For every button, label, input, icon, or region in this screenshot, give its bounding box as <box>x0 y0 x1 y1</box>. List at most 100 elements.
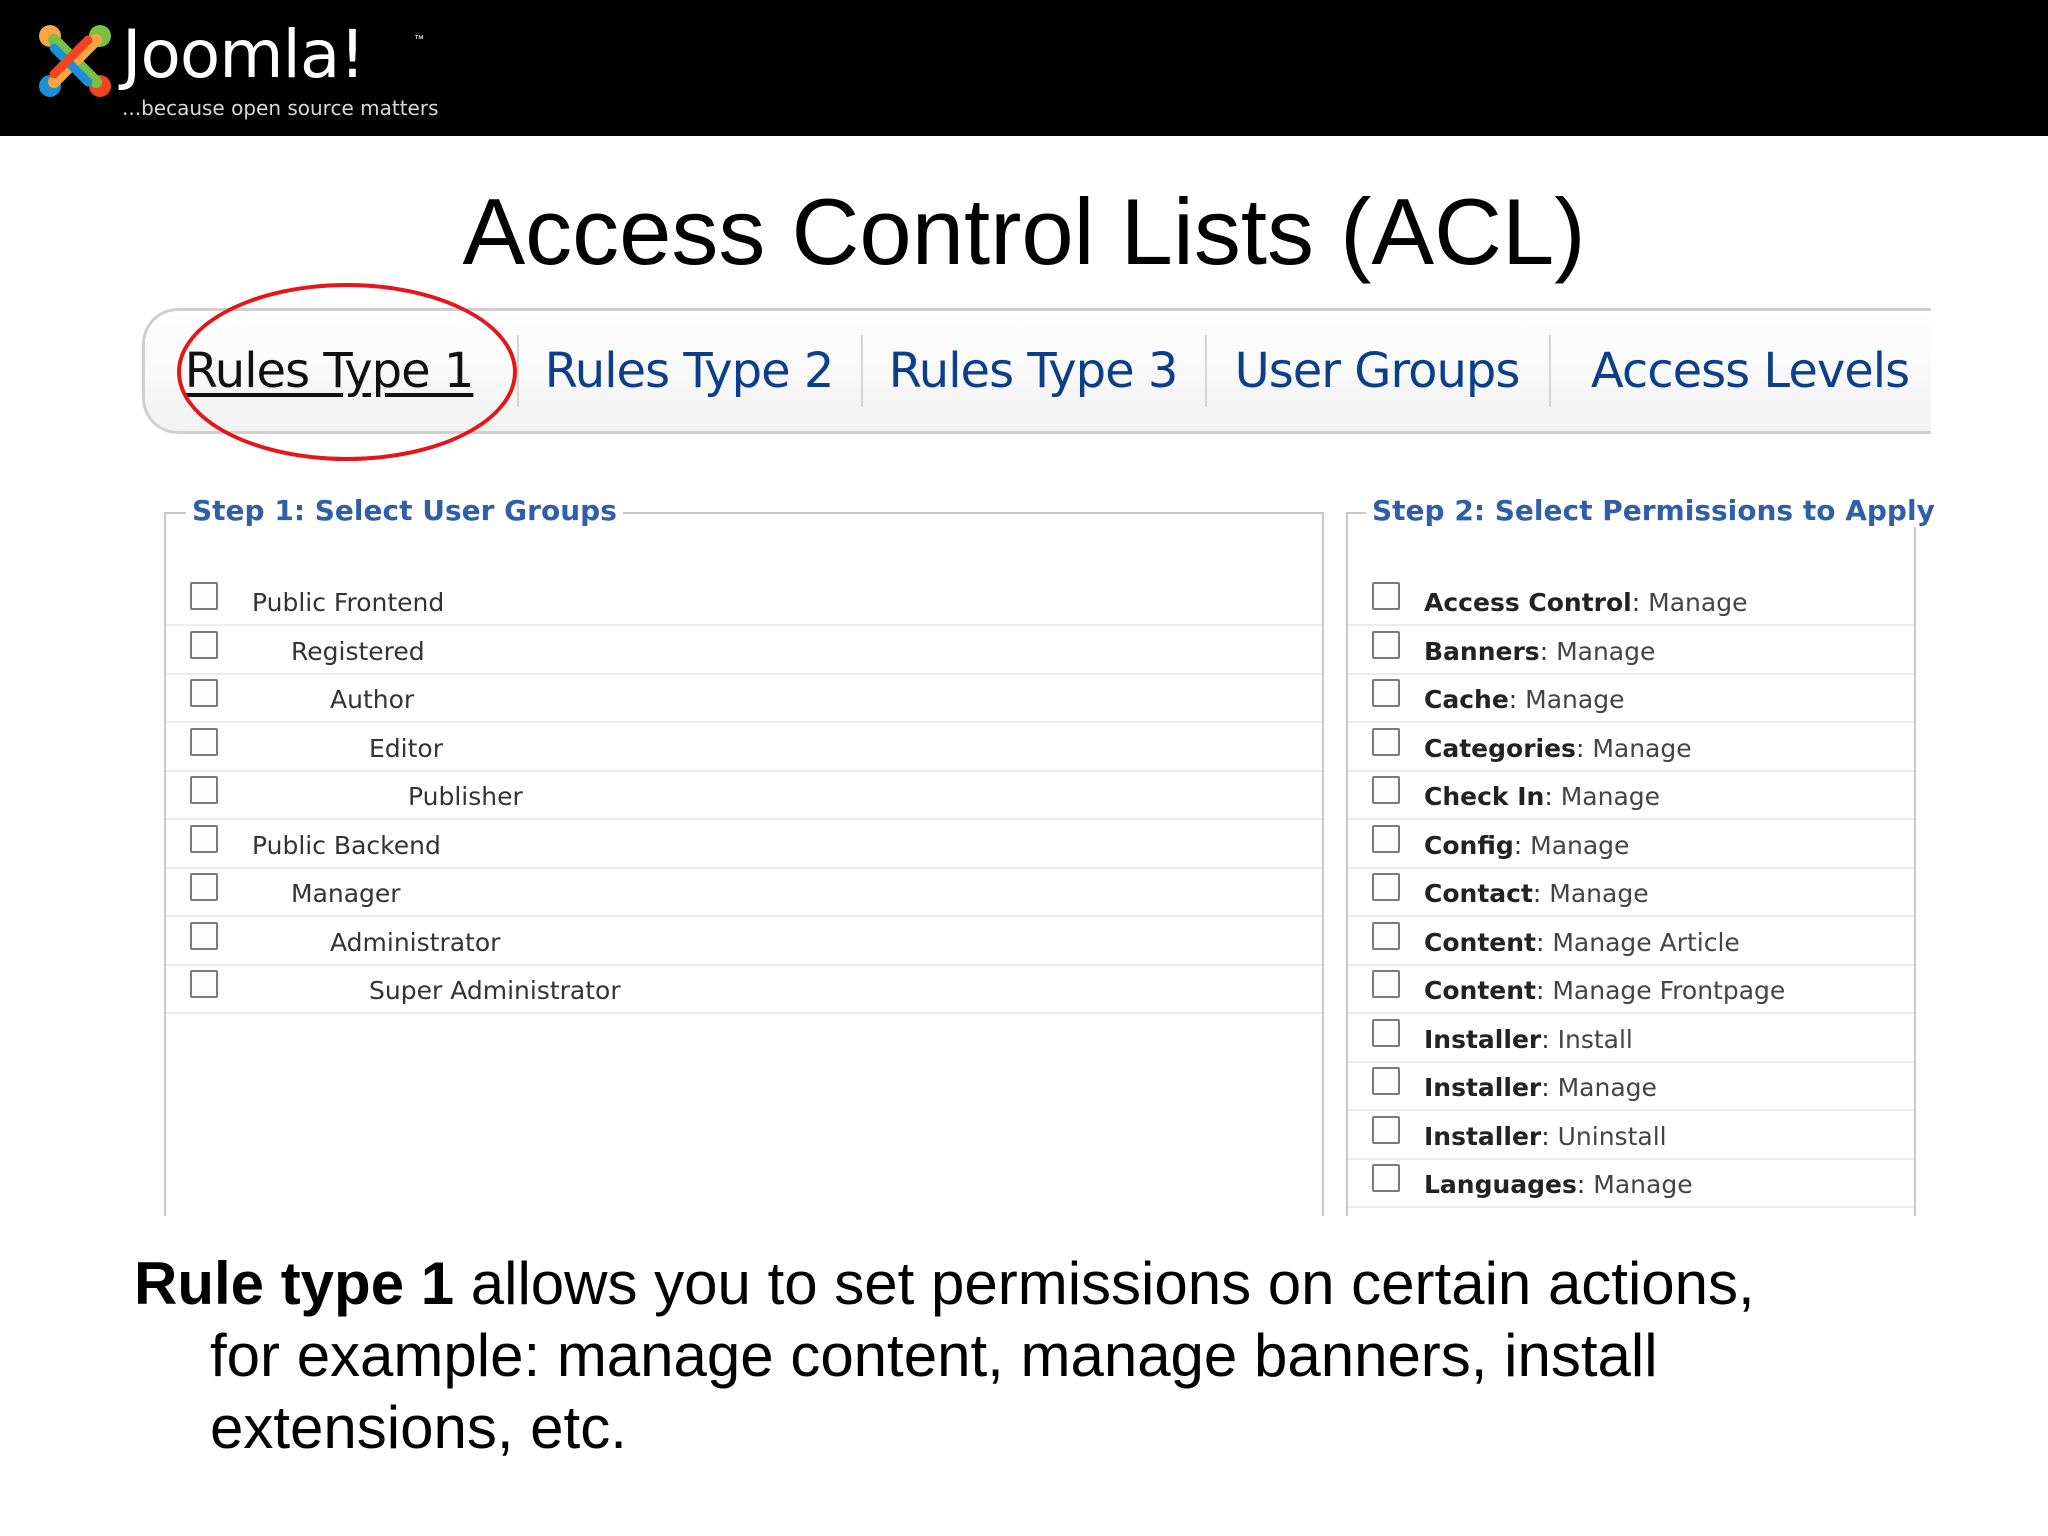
permission-checkbox[interactable] <box>1372 1067 1400 1095</box>
highlight-oval <box>177 283 517 461</box>
trademark-mark: ™ <box>414 34 424 45</box>
permission-separator: : <box>1576 1170 1594 1199</box>
permission-row: Banners: Manage <box>1348 625 1914 675</box>
permission-checkbox[interactable] <box>1372 582 1400 610</box>
permission-separator: : <box>1513 830 1531 860</box>
permission-separator: : <box>1541 1073 1558 1102</box>
permission-separator: : <box>1539 636 1557 666</box>
permission-row: Categories: Manage <box>1348 722 1914 772</box>
permission-separator: : <box>1535 976 1553 1005</box>
permission-label: Installer: Uninstall <box>1424 1122 1667 1151</box>
user-group-checkbox[interactable] <box>190 679 218 707</box>
permission-checkbox[interactable] <box>1372 873 1400 901</box>
user-group-label: Publisher <box>408 782 523 811</box>
user-group-label: Administrator <box>330 927 501 957</box>
permission-separator: : <box>1532 879 1550 908</box>
permission-component: Installer <box>1424 1073 1542 1102</box>
user-group-checkbox[interactable] <box>190 630 218 659</box>
description-bold-term: Rule type 1 <box>134 1250 455 1317</box>
slide-title: Access Control Lists (ACL) <box>462 179 1586 284</box>
permission-checkbox[interactable] <box>1372 1164 1400 1192</box>
permission-action: Manage <box>1557 1073 1657 1102</box>
permission-label: Content: Manage Frontpage <box>1424 976 1785 1005</box>
permission-row: Installer: Install <box>1348 1013 1914 1063</box>
user-group-checkbox[interactable] <box>190 824 218 853</box>
user-group-label: Author <box>330 685 415 714</box>
step2-legend: Step 2: Select Permissions to Apply <box>1366 494 1941 527</box>
slide-description: Rule type 1 allows you to set permission… <box>134 1248 1954 1464</box>
permission-checkbox[interactable] <box>1372 630 1400 659</box>
permission-separator: : <box>1541 1024 1558 1054</box>
permission-checkbox[interactable] <box>1372 970 1400 998</box>
description-line-1: Rule type 1 allows you to set permission… <box>134 1248 1954 1320</box>
permission-action: Manage Article <box>1552 927 1740 957</box>
permission-action: Manage <box>1648 588 1748 617</box>
permission-row: Installer: Manage <box>1348 1061 1914 1111</box>
step2-permissions-panel: Step 2: Select Permissions to Apply Acce… <box>1346 494 1941 1216</box>
permission-action: Manage <box>1592 733 1692 763</box>
user-group-checkbox[interactable] <box>190 873 218 901</box>
permission-separator: : <box>1544 782 1561 811</box>
permission-action: Manage <box>1525 685 1625 714</box>
user-group-checkbox[interactable] <box>190 776 218 804</box>
tab-rules-type-2[interactable]: Rules Type 2 <box>517 311 861 431</box>
permission-row: Content: Manage Frontpage <box>1348 964 1914 1014</box>
permission-separator: : <box>1575 733 1593 763</box>
user-group-row: Public Frontend <box>166 576 1322 626</box>
user-group-label: Editor <box>369 733 443 763</box>
tab-access-levels[interactable]: Access Levels <box>1565 311 1935 431</box>
user-group-row: Registered <box>166 625 1322 675</box>
permission-component: Languages <box>1424 1170 1577 1199</box>
permission-row: Languages: Manage <box>1348 1158 1914 1208</box>
joomla-logo-icon <box>39 25 111 97</box>
permission-label: Languages: Manage <box>1424 1170 1693 1199</box>
permission-label: Content: Manage Article <box>1424 928 1740 957</box>
user-group-checkbox[interactable] <box>190 921 218 950</box>
permission-checkbox[interactable] <box>1372 824 1400 853</box>
permission-label: Installer: Manage <box>1424 1073 1657 1102</box>
permission-label: Config: Manage <box>1424 831 1629 860</box>
permission-row: Access Control: Manage <box>1348 576 1914 626</box>
permission-action: Manage <box>1549 879 1649 908</box>
permission-action: Manage <box>1560 782 1661 811</box>
permission-label: Contact: Manage <box>1424 879 1649 908</box>
permission-row: Contact: Manage <box>1348 867 1914 917</box>
permission-action: Manage <box>1530 830 1630 860</box>
permission-component: Contact <box>1424 879 1533 908</box>
permission-separator: : <box>1535 927 1553 957</box>
permission-action: Install <box>1557 1024 1633 1054</box>
permission-component: Cache <box>1424 685 1509 714</box>
permission-checkbox[interactable] <box>1372 679 1400 707</box>
user-group-label: Public Frontend <box>252 588 445 617</box>
user-group-checkbox[interactable] <box>190 970 218 998</box>
permission-separator: : <box>1541 1121 1558 1151</box>
user-group-row: Administrator <box>166 916 1322 966</box>
permission-component: Config <box>1424 830 1514 860</box>
permission-checkbox[interactable] <box>1372 776 1400 804</box>
permission-row: Content: Manage Article <box>1348 916 1914 966</box>
user-group-row: Super Administrator <box>166 964 1322 1014</box>
permission-component: Content <box>1424 927 1536 957</box>
permission-component: Access Control <box>1424 588 1632 617</box>
user-group-row: Publisher <box>166 770 1322 820</box>
brand-tagline: ...because open source matters <box>122 96 439 120</box>
user-group-checkbox[interactable] <box>190 727 218 756</box>
user-group-row: Manager <box>166 867 1322 917</box>
permission-component: Banners <box>1424 636 1540 666</box>
permission-checkbox[interactable] <box>1372 1018 1400 1047</box>
tab-user-groups[interactable]: User Groups <box>1205 311 1549 431</box>
permission-component: Check In <box>1424 782 1545 811</box>
permission-checkbox[interactable] <box>1372 1115 1400 1144</box>
step1-legend: Step 1: Select User Groups <box>186 494 623 527</box>
user-group-checkbox[interactable] <box>190 582 218 610</box>
tab-rules-type-3[interactable]: Rules Type 3 <box>861 311 1205 431</box>
permission-component: Installer <box>1424 1024 1542 1054</box>
permission-checkbox[interactable] <box>1372 921 1400 950</box>
user-group-row: Editor <box>166 722 1322 772</box>
user-group-label: Registered <box>291 636 425 666</box>
permission-label: Cache: Manage <box>1424 685 1624 714</box>
step1-user-groups-panel: Step 1: Select User Groups Public Fronte… <box>164 494 1324 1216</box>
user-group-row: Public Backend <box>166 819 1322 869</box>
permission-checkbox[interactable] <box>1372 727 1400 756</box>
user-group-label: Super Administrator <box>369 976 621 1005</box>
